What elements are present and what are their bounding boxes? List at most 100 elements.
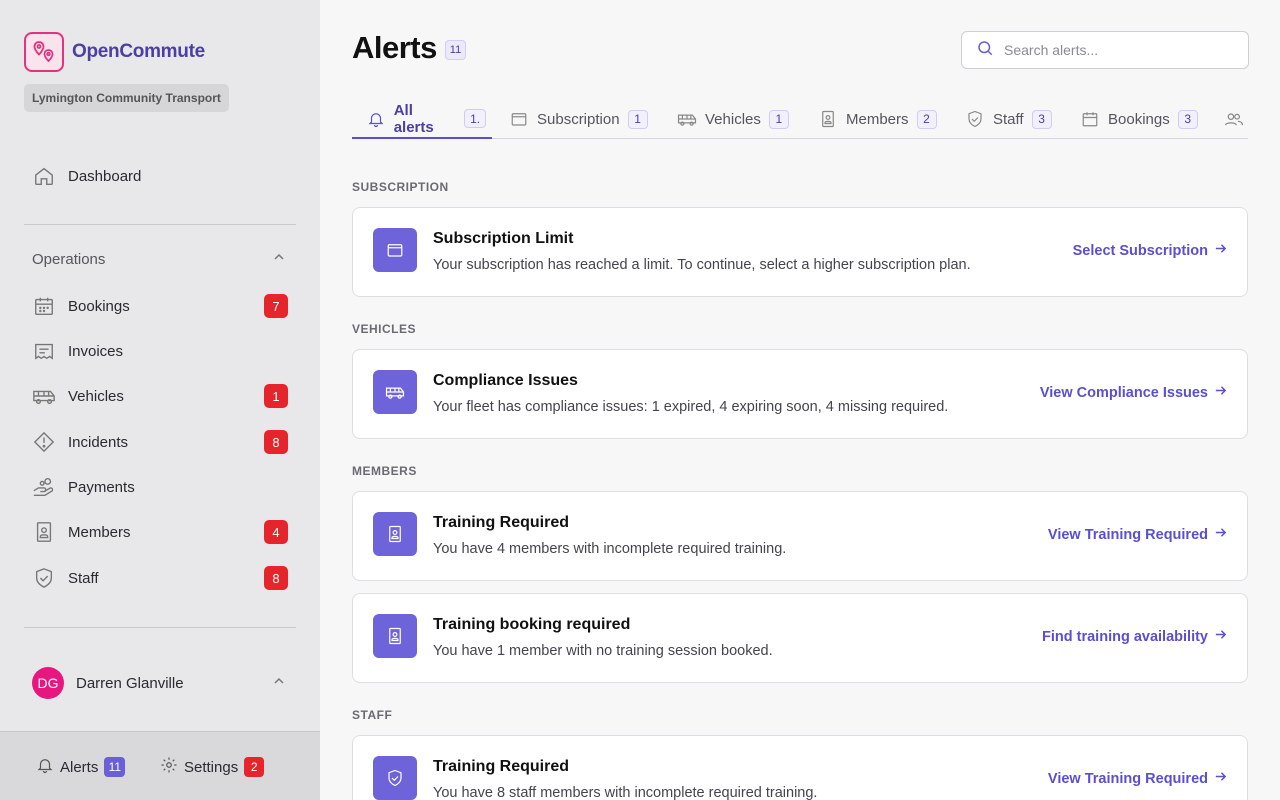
tab-users[interactable] (1224, 100, 1250, 138)
calendar-icon (1080, 109, 1100, 129)
avatar: DG (32, 667, 64, 699)
tab-bookings[interactable]: Bookings 3 (1080, 100, 1204, 138)
arrow-right-icon (1214, 770, 1227, 787)
alert-tabs: All alerts 1. Subscription 1 Vehicles 1 … (352, 100, 1248, 139)
sidebar-item-label: Payments (68, 478, 135, 496)
section-label: STAFF (352, 708, 393, 722)
alert-description: Your subscription has reached a limit. T… (433, 257, 971, 273)
sidebar-item-invoices[interactable]: Invoices (32, 335, 288, 367)
alert-title: Subscription Limit (433, 230, 574, 247)
alerts-label: Alerts (60, 758, 99, 776)
select-subscription-link[interactable]: Select Subscription (1073, 242, 1227, 259)
alert-description: You have 4 members with incomplete requi… (433, 541, 787, 557)
operations-section-toggle[interactable]: Operations (32, 250, 288, 268)
settings-count-badge: 2 (244, 757, 265, 777)
shield-icon (373, 756, 417, 800)
arrow-right-icon (1214, 526, 1227, 543)
user-name: Darren Glanville (76, 674, 184, 692)
alerts-total-badge: 11 (445, 40, 466, 60)
count-badge: 8 (264, 566, 288, 590)
receipt-icon (32, 339, 56, 363)
find-training-availability-link[interactable]: Find training availability (1042, 628, 1227, 645)
settings-button[interactable]: Settings 2 (160, 756, 265, 778)
sidebar-item-dashboard[interactable]: Dashboard (32, 160, 288, 192)
bus-icon (373, 370, 417, 414)
sidebar-item-label: Staff (68, 569, 99, 587)
bus-icon (677, 109, 697, 129)
gear-icon (160, 756, 178, 778)
sidebar-item-label: Members (68, 523, 131, 541)
app-logo[interactable]: OpenCommute (24, 32, 205, 72)
tab-members[interactable]: Members 2 (818, 100, 943, 138)
sidebar-item-members[interactable]: Members 4 (32, 516, 288, 548)
settings-label: Settings (184, 758, 239, 776)
shield-icon (32, 566, 56, 590)
alert-card: Training booking required You have 1 mem… (352, 593, 1248, 683)
tab-label: Members (846, 110, 909, 128)
search-box[interactable] (961, 31, 1249, 69)
alert-card: Compliance Issues Your fleet has complia… (352, 349, 1248, 439)
sidebar-item-bookings[interactable]: Bookings 7 (32, 290, 288, 322)
sidebar-item-label: Bookings (68, 297, 130, 315)
section-label: MEMBERS (352, 464, 417, 478)
tab-staff[interactable]: Staff 3 (965, 100, 1058, 138)
count-badge: 8 (264, 430, 288, 454)
count-badge: 4 (264, 520, 288, 544)
sidebar-item-payments[interactable]: Payments (32, 471, 288, 503)
home-icon (32, 164, 56, 188)
section-label: SUBSCRIPTION (352, 180, 449, 194)
search-input[interactable] (1004, 42, 1234, 58)
wallet-icon (509, 109, 529, 129)
sidebar-item-label: Vehicles (68, 387, 124, 405)
users-icon (1224, 109, 1244, 129)
tab-count: 3 (1177, 109, 1198, 129)
tab-label: All alerts (393, 101, 434, 136)
alert-description: You have 1 member with no training sessi… (433, 643, 773, 659)
sidebar-item-label: Invoices (68, 342, 124, 360)
sidebar-footer: Alerts 11 Settings 2 (0, 731, 320, 800)
sidebar-item-incidents[interactable]: Incidents 8 (32, 426, 288, 458)
view-training-required-link[interactable]: View Training Required (1048, 526, 1227, 543)
count-badge: 7 (264, 294, 288, 318)
sidebar: OpenCommute Lymington Community Transpor… (0, 0, 320, 800)
alert-description: Your fleet has compliance issues: 1 expi… (433, 399, 949, 415)
user-menu[interactable]: DG Darren Glanville (32, 667, 288, 699)
tab-vehicles[interactable]: Vehicles 1 (677, 100, 795, 138)
alert-card: Training Required You have 4 members wit… (352, 491, 1248, 581)
warning-icon (32, 430, 56, 454)
section-label: VEHICLES (352, 322, 417, 336)
tab-label: Subscription (537, 110, 620, 128)
action-label: View Compliance Issues (1039, 384, 1208, 401)
tab-all-alerts[interactable]: All alerts 1. (352, 100, 492, 139)
alert-card: Training Required You have 8 staff membe… (352, 735, 1248, 800)
organization-chip[interactable]: Lymington Community Transport (24, 84, 229, 112)
sidebar-item-label: Dashboard (68, 167, 142, 185)
alert-title: Compliance Issues (433, 372, 578, 389)
logo-map-pin-icon (24, 32, 64, 72)
alerts-button[interactable]: Alerts 11 (36, 756, 126, 778)
page-title: Alerts (352, 30, 437, 65)
sidebar-item-vehicles[interactable]: Vehicles 1 (32, 380, 288, 412)
tab-subscription[interactable]: Subscription 1 (509, 100, 654, 138)
view-compliance-issues-link[interactable]: View Compliance Issues (1040, 384, 1227, 401)
alert-title: Training Required (433, 758, 570, 775)
bell-icon (36, 756, 54, 778)
sidebar-item-label: Incidents (68, 433, 129, 451)
id-badge-icon (32, 520, 56, 544)
id-badge-icon (373, 512, 417, 556)
alerts-count-badge: 11 (104, 757, 126, 777)
divider (24, 224, 296, 225)
search-icon (976, 39, 994, 62)
action-label: View Training Required (1047, 526, 1208, 543)
tab-count: 1 (627, 109, 648, 129)
bus-icon (32, 384, 56, 408)
sidebar-item-staff[interactable]: Staff 8 (32, 562, 288, 594)
arrow-right-icon (1214, 384, 1227, 401)
tab-count: 1 (768, 109, 789, 129)
tab-count: 2 (916, 109, 937, 129)
action-label: Find training availability (1042, 628, 1208, 645)
id-badge-icon (818, 109, 838, 129)
tab-label: Bookings (1108, 110, 1170, 128)
view-staff-training-required-link[interactable]: View Training Required (1048, 770, 1227, 787)
alert-title: Training booking required (433, 616, 631, 633)
